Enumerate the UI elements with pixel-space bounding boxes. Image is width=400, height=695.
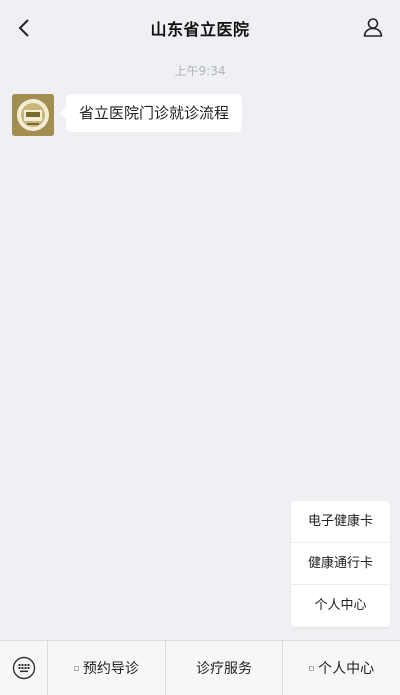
submenu-item-health-pass[interactable]: 健康通行卡 [291,543,390,585]
submenu-indicator-icon [73,665,79,671]
user-icon [363,18,383,37]
keyboard-toggle-button[interactable] [0,641,48,695]
chevron-left-icon [18,19,29,37]
submenu-item-health-card[interactable]: 电子健康卡 [291,501,390,543]
message-bubble[interactable]: 省立医院门诊就诊流程 [59,94,243,132]
chat-message: 省立医院门诊就诊流程 [12,94,243,136]
hospital-logo-icon [12,94,54,136]
tab-label: 诊疗服务 [196,661,252,677]
tab-label: 预约导诊 [82,661,139,677]
hospital-logo-avatar[interactable] [12,94,54,136]
page-title: 山东省立医院 [150,20,250,39]
profile-button[interactable] [360,14,386,40]
tab-personal-center[interactable]: 个人中心 [283,641,400,695]
back-button[interactable] [12,14,36,42]
tab-medical-services[interactable]: 诊疗服务 [166,641,284,695]
tab-appointment[interactable]: 预约导诊 [48,641,166,695]
tab-label: 个人中心 [318,661,375,677]
message-timestamp: 上午9:34 [174,64,226,78]
submenu-item-personal-center[interactable]: 个人中心 [291,585,390,627]
keyboard-icon [12,656,35,680]
bottom-menu-bar: 预约导诊 诊疗服务 个人中心 [0,640,400,695]
submenu-popup: 电子健康卡 健康通行卡 个人中心 [291,501,390,627]
top-nav-bar: 山东省立医院 [0,0,400,56]
submenu-indicator-icon [309,665,315,671]
